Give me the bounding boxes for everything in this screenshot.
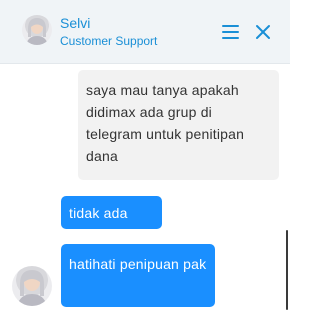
chat-header: Selvi Customer Support [0, 0, 290, 64]
agent-message: hatihati penipuan pak [61, 244, 215, 307]
hamburger-menu-icon [222, 25, 239, 27]
agent-avatar [22, 15, 52, 45]
agent-role: Customer Support [60, 34, 158, 48]
close-icon [256, 25, 270, 39]
scrollbar[interactable] [286, 230, 288, 310]
person-icon [17, 270, 47, 306]
person-icon [26, 18, 48, 45]
agent-message-avatar [12, 266, 52, 306]
user-message: saya mau tanya apakah didimax ada grup d… [78, 70, 279, 180]
agent-name: Selvi [60, 15, 91, 31]
close-button[interactable] [253, 22, 273, 42]
menu-button[interactable] [221, 24, 241, 40]
agent-message: tidak ada pak [61, 196, 162, 243]
